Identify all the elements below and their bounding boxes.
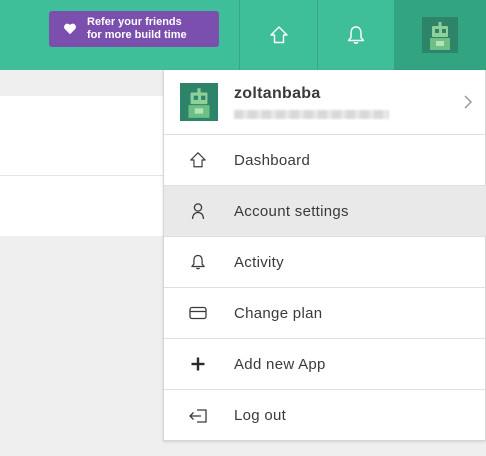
user-avatar (422, 17, 458, 53)
menu-item-log-out[interactable]: Log out (164, 390, 486, 441)
menu-item-add-new-app[interactable]: Add new App (164, 339, 486, 390)
profile-avatar (180, 83, 218, 121)
refer-friends-button[interactable]: Refer your friends for more build time (49, 11, 219, 47)
plus-icon (188, 354, 208, 374)
heart-icon (64, 23, 76, 35)
panel-divider (0, 175, 163, 176)
nav-notifications-button[interactable] (317, 0, 394, 70)
profile-header[interactable]: zoltanbaba (164, 70, 486, 135)
refer-line-2: for more build time (87, 29, 187, 41)
chevron-right-icon (464, 95, 473, 109)
top-bar: Refer your friends for more build time (0, 0, 486, 70)
menu-item-label: Log out (234, 407, 287, 424)
menu-item-account-settings[interactable]: Account settings (164, 186, 486, 237)
profile-email-redacted (234, 110, 389, 119)
menu-item-change-plan[interactable]: Change plan (164, 288, 486, 339)
refer-line-1: Refer your friends (87, 16, 182, 28)
menu-item-label: Account settings (234, 202, 349, 220)
logout-icon (188, 406, 208, 426)
menu-item-dashboard[interactable]: Dashboard (164, 135, 486, 186)
user-icon (188, 201, 208, 221)
menu-item-label: Change plan (234, 304, 323, 322)
credit-card-icon (188, 303, 208, 323)
nav-avatar-button[interactable] (394, 0, 486, 70)
refer-friends-text: Refer your friends for more build time (87, 16, 187, 42)
home-icon (269, 26, 288, 44)
menu-item-label: Add new App (234, 355, 326, 373)
content-panel (0, 96, 163, 236)
bell-icon (347, 26, 365, 44)
profile-username: zoltanbaba (234, 85, 321, 102)
bell-icon (188, 252, 208, 272)
account-dropdown-menu: zoltanbaba Dashboard Account settings Ac… (163, 70, 486, 441)
menu-item-label: Activity (234, 253, 284, 271)
menu-item-activity[interactable]: Activity (164, 237, 486, 288)
menu-item-label: Dashboard (234, 151, 311, 169)
nav-home-button[interactable] (239, 0, 317, 70)
home-icon (188, 150, 208, 170)
